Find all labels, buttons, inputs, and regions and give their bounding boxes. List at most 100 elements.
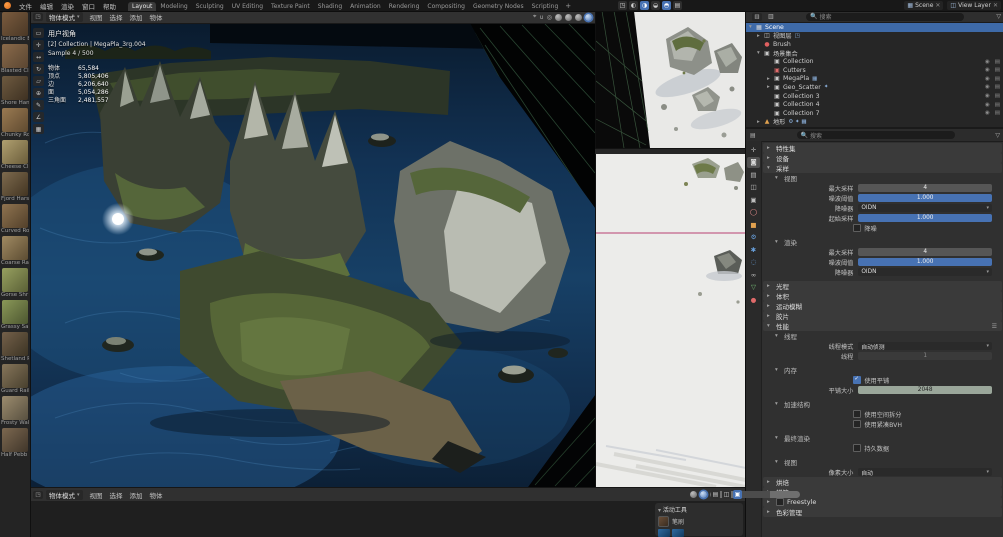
viewport-menu[interactable]: 添加 (130, 12, 143, 22)
Grassy Sa[interactable]: Grassy Sa (0, 300, 30, 330)
measure-tool[interactable]: ∠ (33, 112, 44, 122)
property-checkbox[interactable]: 降噪 (853, 224, 876, 233)
main-3d-viewport[interactable]: ◳ 物体模式 ▾ 视图选择添加物体 ⌖ ∪ ◎ (30, 11, 595, 487)
disable-in-render-icon[interactable]: ▤ (995, 84, 1000, 90)
Frosty Wal[interactable]: Frosty Wal (0, 396, 30, 426)
asset-thumbnail[interactable] (2, 396, 28, 420)
property-slider[interactable]: 4 (858, 248, 992, 256)
asset-thumbnail[interactable] (2, 236, 28, 260)
property-dropdown[interactable]: OIDN ▾ (858, 204, 992, 212)
asset-thumbnail[interactable] (2, 172, 28, 196)
move-tool[interactable]: ↔ (33, 52, 44, 62)
workspace-tab[interactable]: Scripting (528, 2, 563, 11)
bottom-editor-menu[interactable]: 物体 (150, 490, 163, 500)
filter-icon[interactable]: ▽ (995, 132, 1000, 139)
disable-in-render-icon[interactable]: ▤ (995, 102, 1000, 108)
asset-thumbnail[interactable] (2, 428, 28, 452)
hide-in-viewport-icon[interactable]: ◉ (985, 67, 990, 73)
editor-type-icon[interactable]: ◳ (33, 13, 43, 21)
display-mode-icon[interactable]: ▥ (768, 13, 774, 20)
outliner-row-collection-4[interactable]: ▣ Collection 4 ◉ ▤ (746, 100, 1003, 109)
asset-thumbnail[interactable] (2, 364, 28, 388)
asset-thumbnail[interactable] (2, 44, 28, 68)
workspace-tab[interactable]: Animation (346, 2, 385, 11)
bottom-mode-selector[interactable]: 物体模式 ▾ (46, 490, 83, 500)
shading-material-icon[interactable] (575, 14, 582, 21)
shading-solid-icon[interactable] (690, 491, 697, 498)
workspace-tab[interactable]: Geometry Nodes (469, 2, 528, 11)
disable-in-render-icon[interactable]: ▤ (995, 93, 1000, 99)
object-tab[interactable]: ■ (747, 219, 760, 230)
render-tab[interactable]: ◙ (747, 157, 760, 168)
preset-menu-icon[interactable]: ☰ (992, 323, 997, 330)
material-tab[interactable]: ● (747, 294, 760, 305)
workspace-tab[interactable]: Rendering (385, 2, 424, 11)
asset-thumbnail[interactable] (2, 268, 28, 292)
property-checkbox[interactable]: 使用平铺 (853, 376, 889, 385)
view-layer-tab[interactable]: ◫ (747, 182, 760, 193)
outliner-row-scene-collection[interactable]: ▾ ▣ 场景集合 (746, 49, 1003, 58)
shading-material-icon[interactable]: ◒ (651, 1, 660, 10)
asset-thumbnail[interactable] (2, 12, 28, 36)
hide-in-viewport-icon[interactable]: ◉ (985, 110, 990, 116)
Curved Ro[interactable]: Curved Ro (0, 204, 30, 234)
Shore Han[interactable]: Shore Han (0, 76, 30, 106)
outliner-row-geo-scatter[interactable]: ▸ ▣ Geo_Scatter ✦ ◉ ▤ (746, 83, 1003, 92)
shading-rendered-icon[interactable]: ◓ (662, 1, 671, 10)
disable-in-render-icon[interactable]: ▤ (995, 59, 1000, 65)
bottom-editor-menu[interactable]: 添加 (130, 490, 143, 500)
scene-selector[interactable]: ▦ Scene ✕ (904, 1, 943, 10)
properties-search-input[interactable]: 🔍 搜索 (797, 131, 955, 139)
secondary-viewport-bottom[interactable] (595, 154, 746, 487)
secondary-viewport-top[interactable] (595, 11, 746, 148)
Cheese Cli[interactable]: Cheese Cli (0, 140, 30, 170)
cursor-tool[interactable]: ✛ (33, 40, 44, 50)
shading-solid-icon[interactable] (565, 14, 572, 21)
property-slider[interactable]: 4 (858, 184, 992, 192)
property-slider[interactable]: 1.000 (858, 214, 992, 222)
Guard Rail[interactable]: Guard Rail (0, 364, 30, 394)
property-checkbox[interactable]: 使用紧凑BVH (853, 420, 902, 429)
scale-tool[interactable]: ▱ (33, 76, 44, 86)
bottom-editor-menu[interactable]: 视图 (90, 490, 103, 500)
topbar-menu[interactable]: 文件 (15, 3, 36, 11)
overlays-icon[interactable]: ▤ (673, 1, 682, 10)
topbar-menu[interactable]: 窗口 (78, 3, 99, 11)
proportional-editing-icon[interactable]: ◎ (547, 14, 552, 21)
outliner-row-collection-3[interactable]: ▣ Collection 3 ◉ ▤ (746, 92, 1003, 101)
world-tab[interactable]: ◯ (747, 207, 760, 218)
property-dropdown[interactable]: OIDN ▾ (858, 268, 992, 276)
hide-in-viewport-icon[interactable]: ◉ (985, 93, 990, 99)
view-layer-remove-icon[interactable]: ✕ (993, 2, 998, 9)
snap-target-icon[interactable]: ⌖ (533, 13, 536, 21)
filter-icon[interactable]: ▽ (996, 13, 1001, 20)
scene-unlink-icon[interactable]: ✕ (935, 2, 940, 9)
asset-view-icon[interactable]: ▣ (733, 490, 742, 499)
workspace-tab[interactable]: UV Editing (228, 2, 267, 11)
outliner-row-brush[interactable]: ● Brush (746, 40, 1003, 49)
shading-wireframe-icon[interactable] (555, 14, 562, 21)
topbar-menu[interactable]: 帮助 (99, 3, 120, 11)
workspace-tab[interactable]: Modeling (156, 2, 191, 11)
magnet-icon[interactable]: ∪ (539, 14, 543, 21)
viewport-menu[interactable]: 视图 (90, 12, 103, 22)
outliner-row-view-layer[interactable]: ▸ ◫ 视图层 ◳ (746, 32, 1003, 41)
property-slider[interactable]: 1.000 (858, 258, 992, 266)
viewport-menu[interactable]: 物体 (150, 12, 163, 22)
property-dropdown[interactable]: 自动侦测 ▾ (858, 342, 992, 350)
output-tab[interactable]: ▤ (747, 169, 760, 180)
select-box-tool[interactable]: ▭ (33, 28, 44, 38)
tool-tab[interactable]: ✛ (747, 144, 760, 155)
disable-in-render-icon[interactable]: ▤ (995, 67, 1000, 73)
asset-preview[interactable] (672, 529, 684, 537)
hide-in-viewport-icon[interactable]: ◉ (985, 102, 990, 108)
workspace-tab[interactable]: Shading (314, 2, 346, 11)
scene-tab[interactable]: ▣ (747, 194, 760, 205)
Blasted Cli[interactable]: Blasted Cli (0, 44, 30, 74)
bottom-editor-area[interactable]: ▾ 活动工具 笔刷 (30, 500, 745, 537)
add-workspace-button[interactable]: + (562, 2, 574, 10)
workspace-tab[interactable]: Sculpting (192, 2, 228, 11)
add-cube-tool[interactable]: ▦ (33, 124, 44, 134)
asset-preview[interactable] (658, 529, 670, 537)
sidebar-toggle-icon[interactable]: ◫ (722, 490, 731, 499)
